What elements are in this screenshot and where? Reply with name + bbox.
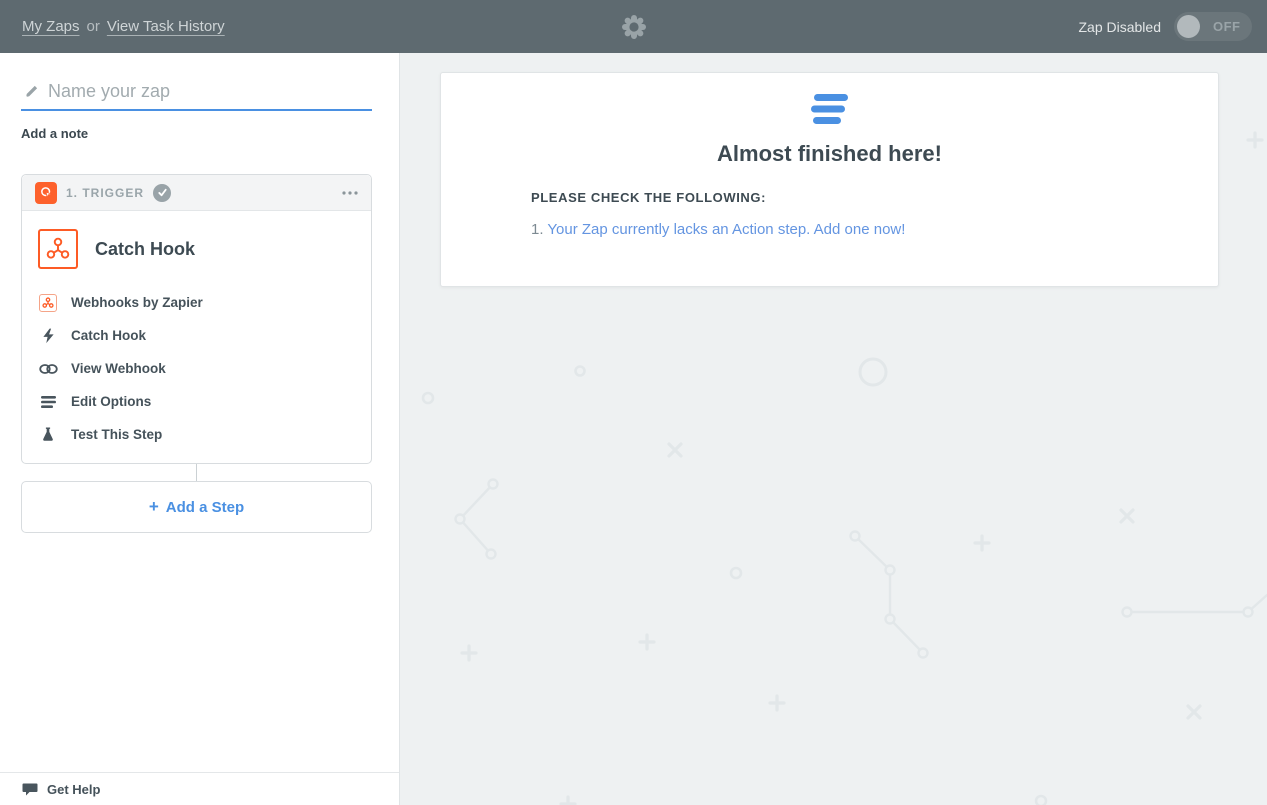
zap-enable-toggle[interactable]: OFF [1174, 12, 1252, 41]
checklist: PLEASE CHECK THE FOLLOWING: 1. Your Zap … [531, 190, 1218, 238]
sidebar-item-edit-options[interactable]: Edit Options [38, 392, 356, 411]
menu-item-label: Webhooks by Zapier [71, 295, 203, 310]
plus-icon: + [149, 497, 159, 517]
view-task-history-link[interactable]: View Task History [107, 18, 225, 35]
step-label: 1. TRIGGER [66, 186, 144, 200]
zap-steps-icon [811, 94, 848, 125]
menu-item-label: Edit Options [71, 394, 151, 409]
step-app-title: Catch Hook [95, 239, 195, 260]
sidebar-item-test-this-step[interactable]: Test This Step [38, 425, 356, 444]
topbar: My Zaps or View Task History Zap Disable… [0, 0, 1267, 53]
click-target-icon [39, 185, 54, 200]
checklist-heading: PLEASE CHECK THE FOLLOWING: [531, 190, 1218, 205]
sidebar: Add a note 1. TRIGGER [0, 53, 400, 805]
checklist-item-number: 1. [531, 221, 544, 238]
checklist-item: 1. Your Zap currently lacks an Action st… [531, 221, 1218, 238]
get-help-button[interactable]: Get Help [0, 772, 399, 805]
step-connector-line [196, 464, 197, 481]
sidebar-item-webhooks-by-zapier[interactable]: Webhooks by Zapier [38, 293, 356, 312]
or-text: or [87, 18, 100, 35]
menu-item-label: Catch Hook [71, 328, 146, 343]
add-step-button[interactable]: + Add a Step [21, 481, 372, 533]
main-canvas: Almost finished here! PLEASE CHECK THE F… [400, 53, 1267, 805]
edit-options-icon [38, 392, 58, 412]
flask-icon [38, 425, 58, 445]
menu-item-label: Test This Step [71, 427, 162, 442]
step-complete-check-icon [153, 184, 171, 202]
zap-status-label: Zap Disabled [1079, 19, 1162, 35]
webhook-app-icon-box [38, 229, 78, 269]
sidebar-item-view-webhook[interactable]: View Webhook [38, 359, 356, 378]
add-action-step-link[interactable]: Your Zap currently lacks an Action step.… [547, 221, 905, 238]
trigger-step-card[interactable]: 1. TRIGGER [21, 174, 372, 464]
speech-bubble-icon [22, 783, 38, 796]
menu-item-label: View Webhook [71, 361, 166, 376]
sidebar-content: Add a note 1. TRIGGER [0, 53, 399, 533]
webhook-app-icon [38, 293, 58, 313]
webhook-icon [45, 236, 71, 262]
add-step-label: Add a Step [166, 499, 244, 516]
sidebar-item-catch-hook[interactable]: Catch Hook [38, 326, 356, 345]
zap-name-row [21, 79, 372, 111]
pencil-icon [24, 84, 39, 99]
app-title-row: Catch Hook [38, 229, 356, 269]
topbar-nav: My Zaps or View Task History [22, 18, 225, 35]
get-help-label: Get Help [47, 782, 100, 797]
trigger-step-header[interactable]: 1. TRIGGER [22, 175, 371, 211]
status-card: Almost finished here! PLEASE CHECK THE F… [440, 72, 1219, 287]
link-icon [38, 359, 58, 379]
add-note-link[interactable]: Add a note [21, 126, 88, 141]
toggle-knob[interactable] [1177, 15, 1200, 38]
my-zaps-link[interactable]: My Zaps [22, 18, 80, 35]
bolt-icon [38, 326, 58, 346]
trigger-badge [35, 182, 57, 204]
status-card-title: Almost finished here! [441, 141, 1218, 167]
zap-name-input[interactable] [48, 81, 371, 102]
toggle-state-label: OFF [1213, 19, 1241, 34]
trigger-step-body: Catch Hook [22, 211, 371, 463]
zapier-asterisk-icon [620, 13, 648, 41]
zap-status-controls: Zap Disabled OFF [1079, 12, 1253, 41]
zap-editor-app: My Zaps or View Task History Zap Disable… [0, 0, 1267, 805]
step-options-menu-icon[interactable] [342, 191, 358, 195]
